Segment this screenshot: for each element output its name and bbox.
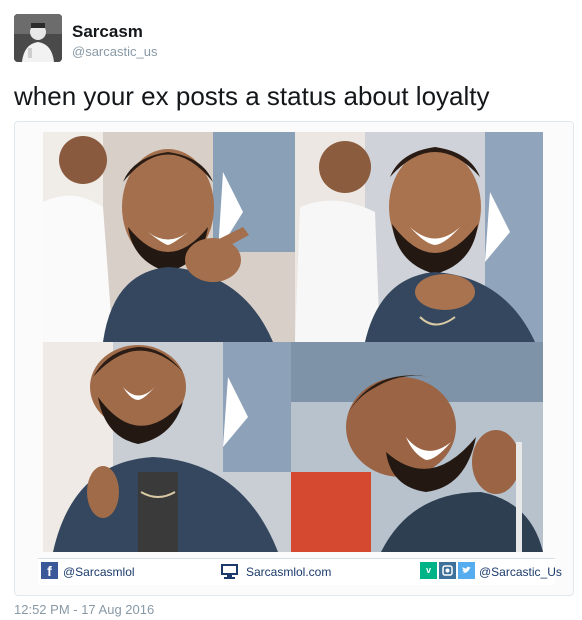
meme-panel-laughing-hard — [291, 342, 543, 552]
tweet-text: when your ex posts a status about loyalt… — [14, 81, 490, 111]
meme-panel-laughing — [43, 342, 291, 552]
user-handle[interactable]: @sarcastic_us — [72, 44, 157, 59]
twitter-icon — [458, 562, 475, 579]
meme-panel-pointing — [43, 132, 295, 342]
twitter-handle-watermark: @Sarcastic_Us — [479, 565, 562, 579]
facebook-icon: f — [41, 562, 58, 579]
tweet-timestamp[interactable]: 12:52 PM - 17 Aug 2016 — [14, 602, 154, 617]
website-text: Sarcasmlol.com — [246, 565, 332, 579]
monitor-icon — [220, 563, 239, 579]
watermark-footer: f @Sarcasmlol Sarcasmlol.com v @Sarcasti… — [38, 558, 562, 585]
display-name[interactable]: Sarcasm — [72, 22, 143, 42]
instagram-icon — [439, 562, 456, 579]
tweet-media[interactable]: f @Sarcasmlol Sarcasmlol.com v @Sarcasti… — [14, 121, 574, 596]
vine-icon: v — [420, 562, 437, 579]
facebook-handle: @Sarcasmlol — [63, 565, 135, 579]
meme-panel-grinning — [295, 132, 543, 342]
avatar[interactable] — [14, 14, 62, 62]
